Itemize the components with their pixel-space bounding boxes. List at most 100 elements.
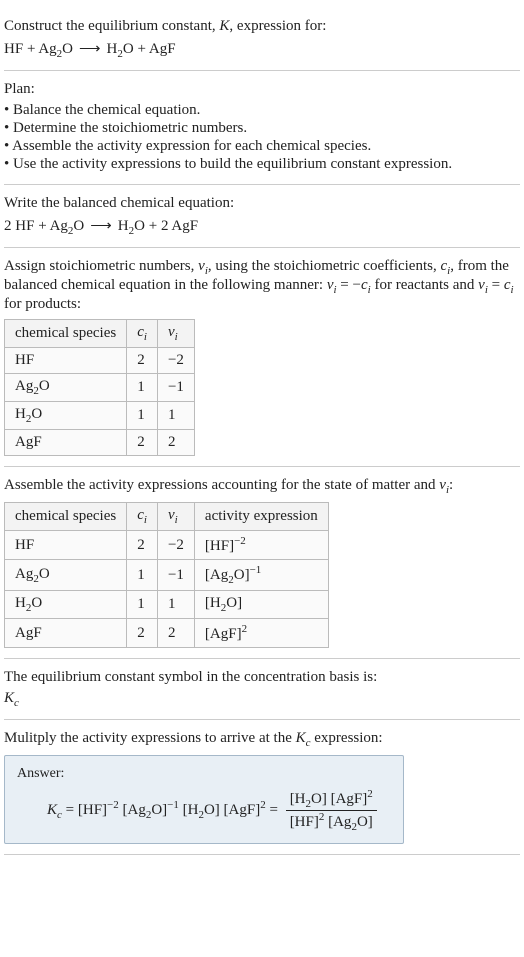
ath-act: activity expression [194, 503, 328, 531]
fraction: [H2O] [AgF]2[HF]2 [Ag2O] [286, 788, 377, 833]
ans-K: K [47, 802, 57, 818]
activity-section: Assemble the activity expressions accoun… [4, 467, 520, 659]
thc-c: c [137, 324, 144, 340]
stoich-section: Assign stoichiometric numbers, νi, using… [4, 248, 520, 467]
a3sc: O [31, 595, 42, 611]
agf: AgF [149, 41, 176, 57]
c2: c [361, 277, 368, 293]
a3ac: O] [226, 595, 242, 611]
ans-age: −1 [167, 799, 179, 811]
intro-part2: , expression for: [229, 18, 326, 34]
intro-part1: Construct the equilibrium constant, [4, 18, 219, 34]
ci3: i [511, 284, 514, 296]
r2-c: 1 [127, 374, 158, 402]
at-b: : [449, 477, 453, 493]
nu3: ν [478, 277, 485, 293]
a3-n: 1 [157, 591, 194, 619]
at-nu: ν [439, 477, 446, 493]
a2sc: O [39, 566, 50, 582]
th-c: ci [127, 320, 158, 348]
stoich-table: chemical species ci νi HF 2 −2 Ag2O 1 −1… [4, 319, 195, 456]
h2o-c: O [123, 41, 134, 57]
a4e: 2 [242, 623, 248, 635]
r3sc: O [31, 406, 42, 422]
symbol-title: The equilibrium constant symbol in the c… [4, 669, 520, 686]
r3-species: H2O [5, 402, 127, 430]
b-h2o-c: O [134, 218, 145, 234]
at-a: Assemble the activity expressions accoun… [4, 477, 439, 493]
b-arrow-icon: ⟶ [84, 218, 118, 234]
athn-i: i [175, 514, 178, 526]
K-symbol: K [219, 18, 229, 34]
a1e: −2 [234, 535, 246, 547]
plan-bullet-3: • Assemble the activity expression for e… [4, 138, 520, 155]
ag2o-a: Ag [38, 41, 56, 57]
st5: for products: [4, 296, 81, 312]
a3-act: [H2O] [194, 591, 328, 619]
a2e: −1 [250, 564, 262, 576]
ans-eq2: = [266, 802, 282, 818]
b-agf: 2 AgF [161, 218, 198, 234]
intro-text: Construct the equilibrium constant, K, e… [4, 18, 520, 35]
den-agc: O] [357, 814, 373, 830]
unbalanced-equation: HF + Ag2O⟶H2O + AgF [4, 39, 520, 60]
a2ac: O] [234, 567, 250, 583]
multiply-title: Mulitply the activity expressions to arr… [4, 730, 520, 749]
hf: HF [4, 41, 23, 57]
table-row: HF 2 −2 [HF]−2 [5, 531, 329, 560]
r4-n: 2 [157, 430, 194, 456]
r2sa: Ag [15, 378, 33, 394]
a4-act: [AgF]2 [194, 619, 328, 648]
a3aa: [H [205, 595, 221, 611]
table-row: H2O 1 1 [H2O] [5, 591, 329, 619]
r2sc: O [39, 378, 50, 394]
eqpos: = [488, 277, 504, 293]
num-h2oc: O] [311, 791, 331, 807]
r4-species: AgF [5, 430, 127, 456]
table-row: AgF 2 2 [AgF]2 [5, 619, 329, 648]
balanced-title: Write the balanced chemical equation: [4, 195, 520, 212]
balanced-equation: 2 HF + Ag2O⟶H2O + 2 AgF [4, 216, 520, 237]
ans-eq: = [62, 802, 78, 818]
a3sa: H [15, 595, 26, 611]
balanced-section: Write the balanced chemical equation: 2 … [4, 185, 520, 248]
table-header-row: chemical species ci νi [5, 320, 195, 348]
plan-section: Plan: • Balance the chemical equation. •… [4, 71, 520, 185]
a4-n: 2 [157, 619, 194, 648]
th-nu: νi [157, 320, 194, 348]
multiply-section: Mulitply the activity expressions to arr… [4, 720, 520, 855]
mt-K: K [296, 730, 306, 746]
ans-hf: [HF] [78, 802, 107, 818]
st1: Assign stoichiometric numbers, [4, 258, 198, 274]
arrow-icon: ⟶ [73, 41, 107, 57]
a2-c: 1 [127, 560, 158, 591]
r3sa: H [15, 406, 26, 422]
plan-bullet-2: • Determine the stoichiometric numbers. [4, 120, 520, 137]
r4-c: 2 [127, 430, 158, 456]
b-ag2o-c: O [73, 218, 84, 234]
a1a: [HF] [205, 538, 234, 554]
a3-c: 1 [127, 591, 158, 619]
a1-n: −2 [157, 531, 194, 560]
athn-nu: ν [168, 507, 175, 523]
table-header-row: chemical species ci νi activity expressi… [5, 503, 329, 531]
activity-table: chemical species ci νi activity expressi… [4, 502, 329, 648]
ans-aga: [Ag [119, 802, 146, 818]
a2-act: [Ag2O]−1 [194, 560, 328, 591]
r3-c: 1 [127, 402, 158, 430]
ag2o-c: O [62, 41, 73, 57]
a3-species: H2O [5, 591, 127, 619]
mt-a: Mulitply the activity expressions to arr… [4, 730, 296, 746]
plan-title: Plan: [4, 81, 520, 98]
numerator: [H2O] [AgF]2 [286, 788, 377, 811]
a2-n: −1 [157, 560, 194, 591]
r3-n: 1 [157, 402, 194, 430]
ans-agc: O] [151, 802, 167, 818]
a1-species: HF [5, 531, 127, 560]
num-agfe: 2 [367, 788, 373, 800]
b-h2o-a: H [118, 218, 129, 234]
table-row: H2O 1 1 [5, 402, 195, 430]
plan-list: • Balance the chemical equation. • Deter… [4, 102, 520, 173]
table-row: Ag2O 1 −1 [5, 374, 195, 402]
athc-c: c [137, 507, 144, 523]
